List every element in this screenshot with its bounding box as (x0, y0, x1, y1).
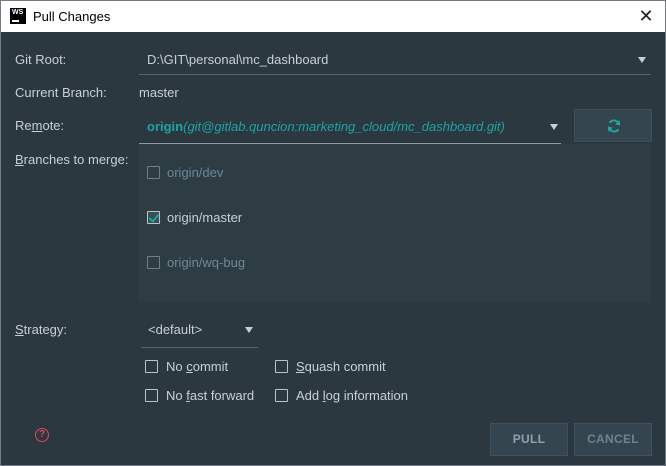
branch-label: origin/dev (167, 165, 224, 180)
squash-commit-label: Squash commit (296, 359, 386, 374)
pull-button[interactable]: PULL (490, 423, 568, 456)
dialog-body: Git Root: D:\GIT\personal\mc_dashboard C… (1, 32, 665, 465)
git-root-combo[interactable]: D:\GIT\personal\mc_dashboard (139, 46, 651, 75)
branch-checkbox[interactable] (147, 166, 160, 179)
window-title: Pull Changes (33, 9, 111, 24)
no-fast-forward-label: No fast forward (166, 388, 255, 403)
add-log-information-checkbox[interactable] (275, 389, 288, 402)
remote-combo[interactable]: origin(git@gitlab.quncion:marketing_clou… (139, 111, 561, 144)
branch-label: origin/wq-bug (167, 255, 246, 270)
current-branch-value: master (139, 85, 179, 100)
title-bar: WS Pull Changes ✕ (1, 1, 665, 32)
no-fast-forward-checkbox[interactable] (145, 389, 158, 402)
chevron-down-icon (245, 327, 253, 333)
remote-label: Remote: (15, 118, 65, 133)
cancel-button[interactable]: CANCEL (574, 423, 652, 456)
git-root-label: Git Root: (15, 52, 67, 67)
no-commit-label: No commit (166, 359, 229, 374)
remote-name: origin (147, 119, 184, 134)
chevron-down-icon (550, 124, 558, 130)
branches-list: origin/dev origin/master origin/wq-bug (139, 144, 651, 302)
help-icon[interactable]: ? (35, 428, 49, 442)
pull-changes-dialog: WS Pull Changes ✕ Git Root: D:\GIT\perso… (0, 0, 666, 466)
chevron-down-icon (638, 57, 646, 63)
close-button[interactable]: ✕ (633, 4, 659, 28)
current-branch-label: Current Branch: (15, 85, 107, 100)
git-root-value: D:\GIT\personal\mc_dashboard (147, 52, 329, 67)
remote-url: (git@gitlab.quncion:marketing_cloud/mc_d… (183, 119, 505, 134)
strategy-label: Strategy: (15, 322, 68, 337)
webstorm-logo-icon: WS (10, 8, 26, 24)
strategy-value: <default> (148, 322, 203, 337)
strategy-combo[interactable]: <default> (141, 316, 258, 348)
branch-checkbox[interactable] (147, 211, 160, 224)
no-commit-checkbox[interactable] (145, 360, 158, 373)
branch-label: origin/master (167, 210, 243, 225)
refresh-icon (607, 119, 621, 133)
squash-commit-checkbox[interactable] (275, 360, 288, 373)
branch-checkbox[interactable] (147, 256, 160, 269)
branches-label: Branches to merge: (15, 152, 129, 167)
add-log-information-label: Add log information (296, 388, 409, 403)
refresh-branches-button[interactable] (574, 109, 652, 142)
